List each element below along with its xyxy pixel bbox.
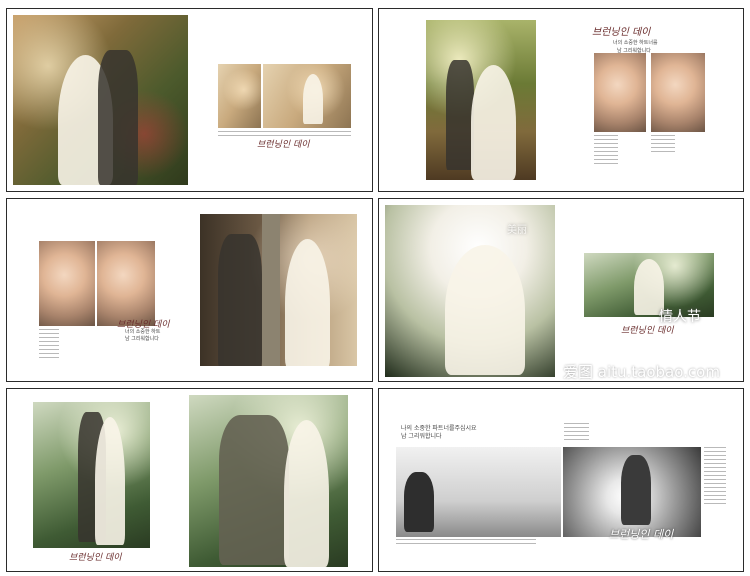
album-page-1: 브런닝인 데이 <box>6 8 373 192</box>
script-title: 브런닝인 데이 <box>609 528 674 541</box>
bride-closeup-photo <box>594 53 646 132</box>
watermark: 爱图 aitu.taobao.com <box>563 363 720 381</box>
groom-smile-photo <box>97 241 155 326</box>
paper-toss-photo <box>263 64 351 128</box>
album-page-3: 브런닝인 데이 너의 소중한 하트 남 그리워합니다 <box>6 198 373 382</box>
bw-couple-dance-photo <box>396 447 561 537</box>
subtitle-line-1: 너의 소중한 하트너를 <box>613 40 658 46</box>
bride-veil-photo <box>385 205 555 377</box>
couple-embrace-photo <box>33 402 150 548</box>
album-page-4: 情人节 美丽 브런닝인 데이 爱图 aitu.taobao.com <box>378 198 744 382</box>
subtitle-line-1: 너의 소중한 하트 <box>125 329 161 335</box>
script-title: 브런닝인 데이 <box>621 326 674 336</box>
album-page-2: 브런닝인 데이 너의 소중한 하트너를 남 그리워합니다 <box>378 8 744 192</box>
header-line-2: 남 그리워합니다 <box>401 433 442 440</box>
groom-closeup-photo <box>39 241 95 326</box>
overlay-caption-veil: 美丽 <box>507 225 527 236</box>
couple-forest-photo <box>426 20 536 180</box>
script-title: 브런닝인 데이 <box>592 27 651 38</box>
script-title: 브런닝인 데이 <box>69 553 122 563</box>
album-page-6: 나의 소중한 파트너를주십시요 남 그리워합니다 브런닝인 데이 <box>378 388 744 572</box>
couple-tree-photo <box>200 214 357 366</box>
couple-closeup-photo <box>651 53 705 132</box>
bw-couple-kiss-photo <box>563 447 701 537</box>
couple-garden-photo <box>13 15 188 185</box>
script-title: 브런닝인 데이 <box>257 140 310 150</box>
subtitle-line-2: 남 그리워합니다 <box>125 336 159 342</box>
couple-walk-photo <box>218 64 261 128</box>
album-page-5: 브런닝인 데이 <box>6 388 373 572</box>
couple-hug-photo <box>189 395 348 567</box>
